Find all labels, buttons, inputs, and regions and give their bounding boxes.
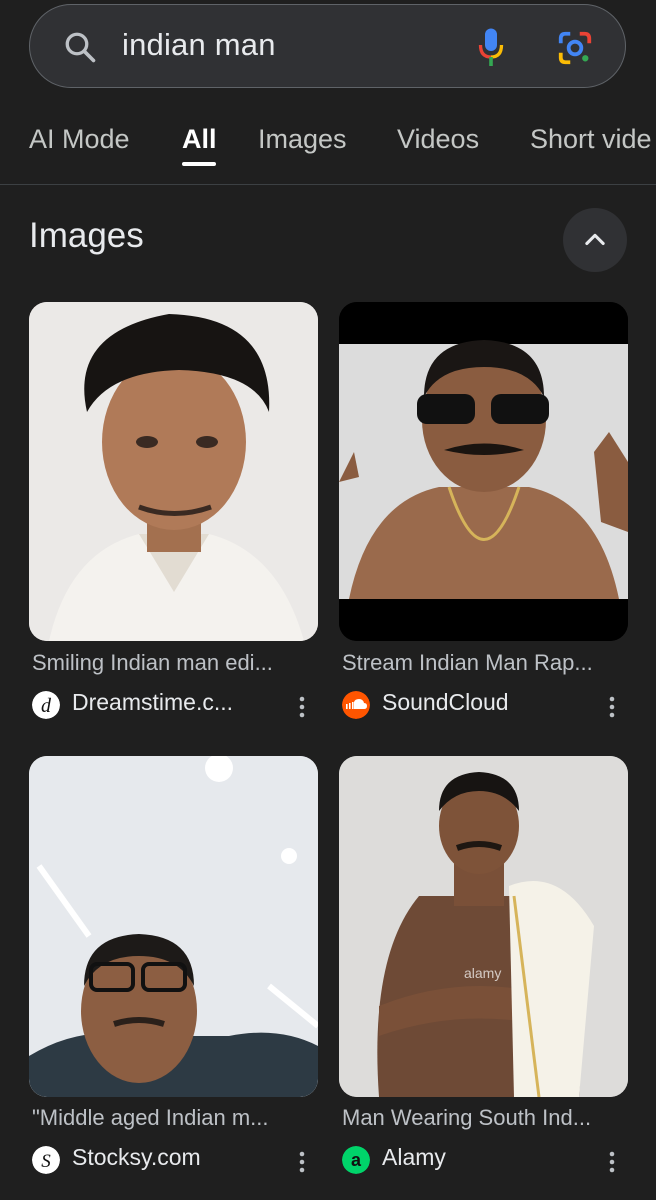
search-icon[interactable]	[62, 29, 98, 65]
result-title-3[interactable]: "Middle aged Indian m...	[32, 1105, 322, 1131]
more-options-icon[interactable]	[290, 695, 314, 719]
svg-text:S: S	[41, 1151, 51, 1172]
active-tab-indicator	[182, 162, 216, 166]
result-image-1[interactable]	[29, 302, 318, 641]
more-options-icon[interactable]	[600, 1150, 624, 1174]
result-title-2[interactable]: Stream Indian Man Rap...	[342, 650, 632, 676]
dreamstime-logo: d	[32, 691, 60, 719]
result-image-3[interactable]	[29, 756, 318, 1097]
images-section-title: Images	[29, 216, 144, 255]
svg-text:alamy: alamy	[464, 965, 501, 981]
tab-videos[interactable]: Videos	[397, 124, 479, 155]
search-input[interactable]: indian man	[122, 27, 276, 63]
more-options-icon[interactable]	[600, 695, 624, 719]
tab-ai-mode[interactable]: AI Mode	[29, 124, 130, 155]
source-name: Alamy	[382, 1144, 446, 1170]
photo-man-south-indian-dress: alamy	[339, 756, 628, 1097]
photo-smiling-man	[29, 302, 318, 641]
google-lens-icon[interactable]	[556, 29, 594, 67]
result-image-2[interactable]	[339, 302, 628, 641]
collapse-button[interactable]	[563, 208, 627, 272]
result-source-4[interactable]: a Alamy	[342, 1144, 632, 1174]
result-source-3[interactable]: S Stocksy.com	[32, 1144, 322, 1174]
result-image-4[interactable]: alamy	[339, 756, 628, 1097]
result-title-1[interactable]: Smiling Indian man edi...	[32, 650, 322, 676]
svg-text:a: a	[351, 1150, 362, 1170]
photo-man-sunglasses	[339, 302, 628, 641]
source-name: Dreamstime.c...	[72, 689, 234, 715]
chevron-up-icon	[585, 233, 605, 246]
more-options-icon[interactable]	[290, 1150, 314, 1174]
result-title-4[interactable]: Man Wearing South Ind...	[342, 1105, 632, 1131]
svg-text:d: d	[41, 695, 52, 717]
stocksy-logo: S	[32, 1146, 60, 1174]
photo-man-glasses-selfie	[29, 756, 318, 1097]
search-tabs: AI Mode All Images Videos Short vide	[0, 110, 656, 185]
microphone-icon[interactable]	[476, 27, 506, 69]
tab-short-videos[interactable]: Short vide	[530, 124, 652, 155]
tab-images[interactable]: Images	[258, 124, 347, 155]
alamy-logo: a	[342, 1146, 370, 1174]
result-source-1[interactable]: d Dreamstime.c...	[32, 689, 322, 719]
source-name: Stocksy.com	[72, 1144, 201, 1170]
tab-all[interactable]: All	[182, 124, 217, 155]
soundcloud-logo	[342, 691, 370, 719]
search-bar[interactable]: indian man	[29, 4, 626, 88]
source-name: SoundCloud	[382, 689, 509, 715]
result-source-2[interactable]: SoundCloud	[342, 689, 632, 719]
